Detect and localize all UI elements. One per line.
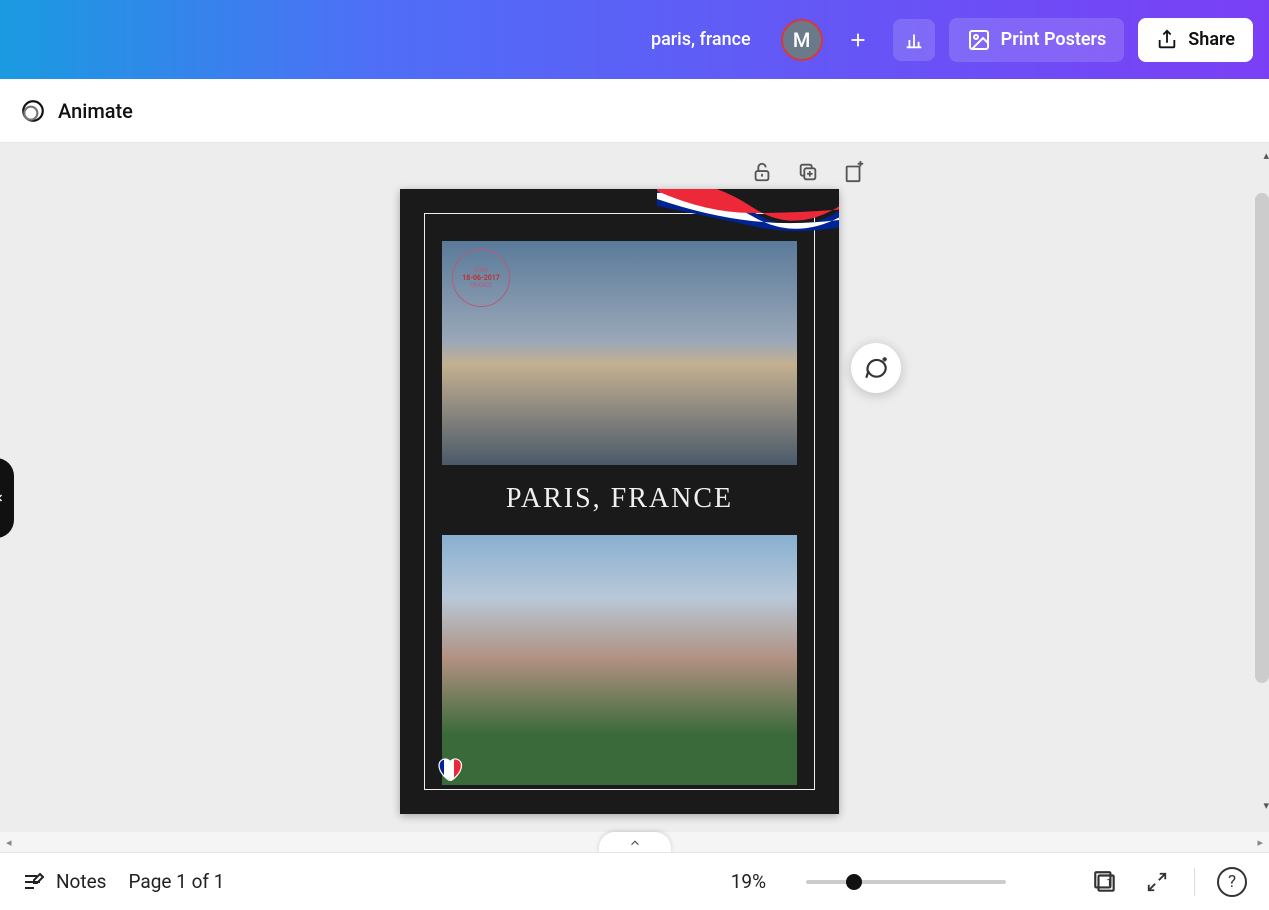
poster-title[interactable]: PARIS, FRANCE <box>400 483 839 515</box>
stamp-date: 18-06-2017 <box>462 274 500 282</box>
expand-icon <box>1146 871 1168 893</box>
notes-button[interactable]: Notes <box>22 870 107 894</box>
print-posters-label: Print Posters <box>1001 29 1107 50</box>
scroll-right-arrow[interactable]: ▸ <box>1257 836 1263 849</box>
lock-button[interactable] <box>745 155 779 189</box>
page-tools <box>745 155 871 189</box>
collapse-sidebar-tab[interactable] <box>0 458 14 538</box>
fullscreen-button[interactable] <box>1142 867 1172 897</box>
add-page-icon <box>843 161 865 183</box>
add-member-button[interactable] <box>837 19 879 61</box>
help-label: ? <box>1228 872 1236 892</box>
chevron-left-icon <box>0 492 6 504</box>
grid-page-num: 1 <box>1106 878 1112 889</box>
vertical-scrollbar[interactable] <box>1255 193 1269 683</box>
second-toolbar: Animate <box>0 79 1269 143</box>
french-heart-icon[interactable] <box>434 754 464 784</box>
add-page-button[interactable] <box>837 155 871 189</box>
share-label: Share <box>1188 29 1235 50</box>
plus-icon <box>847 29 869 51</box>
scroll-left-arrow[interactable]: ◂ <box>6 836 12 849</box>
grid-view-button[interactable]: 1 <box>1090 867 1120 897</box>
document-title[interactable]: paris, france <box>651 29 751 50</box>
help-button[interactable]: ? <box>1217 867 1247 897</box>
passport-stamp[interactable]: LYON 18-06-2017 FRANCE <box>452 249 510 307</box>
zoom-percentage[interactable]: 19% <box>731 870 766 893</box>
magic-comment-button[interactable] <box>851 343 901 393</box>
poster-photo-bottom[interactable] <box>442 535 797 785</box>
share-icon <box>1156 29 1178 51</box>
bottom-bar: Notes Page 1 of 1 19% 1 ? <box>0 852 1269 910</box>
zoom-slider[interactable] <box>806 880 1006 884</box>
grid-icon <box>1092 869 1118 895</box>
lock-open-icon <box>751 161 773 183</box>
copy-icon <box>797 161 819 183</box>
top-bar: paris, france M Print Posters Share <box>0 0 1269 79</box>
notes-icon <box>22 870 46 894</box>
scroll-down-arrow[interactable]: ▾ <box>1263 799 1269 812</box>
chevron-up-icon <box>628 836 642 850</box>
poster-canvas[interactable]: LYON 18-06-2017 FRANCE PARIS, FRANCE <box>400 189 839 814</box>
stamp-city: LYON <box>474 267 488 274</box>
chart-icon <box>903 29 925 51</box>
divider <box>1194 868 1195 896</box>
animate-button[interactable]: Animate <box>58 99 133 123</box>
animate-icon <box>20 98 46 124</box>
share-button[interactable]: Share <box>1138 18 1253 62</box>
analytics-button[interactable] <box>893 19 935 61</box>
comment-sparkle-icon <box>863 355 889 381</box>
page-indicator[interactable]: Page 1 of 1 <box>129 870 225 893</box>
page-popup-tab[interactable] <box>599 832 671 852</box>
french-ribbon[interactable] <box>657 189 839 271</box>
user-avatar[interactable]: M <box>781 19 823 61</box>
scroll-up-arrow[interactable]: ▴ <box>1263 149 1269 162</box>
canvas-area[interactable]: LYON 18-06-2017 FRANCE PARIS, FRANCE ▴ ▾… <box>0 143 1269 852</box>
stamp-country: FRANCE <box>470 282 493 289</box>
avatar-initial: M <box>793 28 811 52</box>
duplicate-button[interactable] <box>791 155 825 189</box>
image-icon <box>967 28 991 52</box>
notes-label: Notes <box>56 870 107 893</box>
zoom-slider-thumb[interactable] <box>846 874 862 890</box>
print-posters-button[interactable]: Print Posters <box>949 18 1125 62</box>
